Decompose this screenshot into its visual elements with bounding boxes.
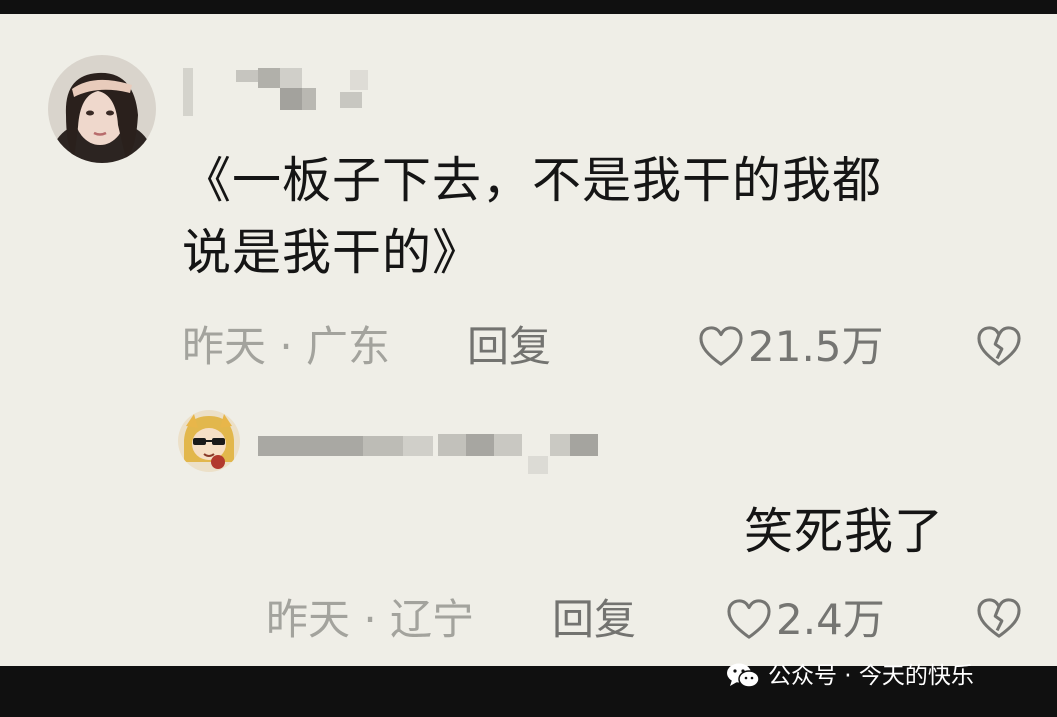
reply-username-pixelated [258,428,603,480]
reply-reply-button[interactable]: 回复 [552,595,636,645]
broken-heart-icon[interactable] [976,598,1022,640]
wechat-icon [727,663,760,688]
reply-avatar[interactable] [178,410,240,472]
main-like-count: 21.5万 [748,322,884,371]
watermark: 公众号 · 今天的快乐 [726,659,974,693]
watermark-text: 公众号 · 今天的快乐 [768,663,974,689]
reply-comment-meta: 昨天 · 辽宁 [266,595,475,644]
reply-avatar-image [178,410,240,472]
main-comment-line-1: 《一板子下去，不是我干的我都 [182,152,883,209]
broken-heart-icon[interactable] [976,326,1022,368]
main-comment-text: 《一板子下去，不是我干的我都 说是我干的》 [182,145,1012,289]
reply-comment-text: 笑死我了 [744,503,945,560]
top-frame-bar [0,0,1057,14]
avatar-image [48,55,156,163]
heart-outline-icon [727,599,771,639]
reply-like-button[interactable]: 2.4万 [726,595,885,645]
reply-like-count: 2.4万 [776,595,885,644]
main-comment-line-2: 说是我干的》 [182,224,483,281]
heart-outline-icon [699,326,743,366]
main-reply-button[interactable]: 回复 [467,322,551,372]
main-comment-meta: 昨天 · 广东 [182,322,391,371]
username-pixelated [180,62,380,122]
avatar[interactable] [48,55,156,163]
main-like-button[interactable]: 21.5万 [698,322,884,372]
